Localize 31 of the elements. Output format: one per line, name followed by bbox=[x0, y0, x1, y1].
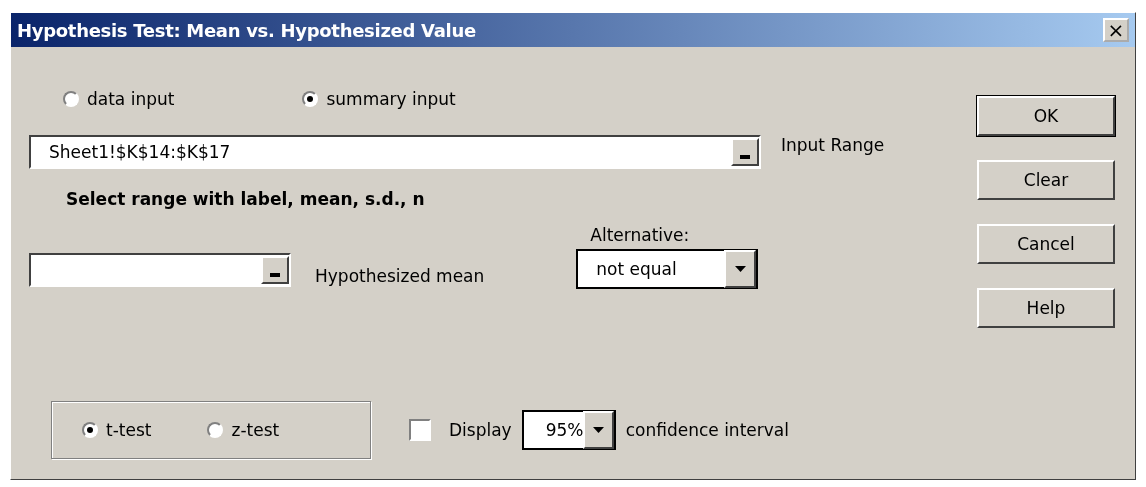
checkbox[interactable] bbox=[409, 419, 431, 441]
radio-button[interactable] bbox=[207, 422, 224, 438]
radio-label: summary input bbox=[326, 89, 456, 109]
checkbox-label: Display bbox=[449, 420, 512, 440]
alternative-dropdown[interactable]: not equal bbox=[576, 249, 759, 289]
radio-label: data input bbox=[87, 89, 175, 109]
confidence-label: confidence interval bbox=[625, 420, 789, 440]
radio-button[interactable] bbox=[63, 91, 79, 107]
range-select-button[interactable] bbox=[731, 138, 759, 166]
caret-icon bbox=[734, 266, 746, 272]
dialog-button[interactable]: Clear bbox=[977, 160, 1115, 200]
field-label: Hypothesized mean bbox=[315, 266, 485, 286]
radio-label: z-test bbox=[231, 420, 280, 440]
collapse-icon bbox=[270, 273, 280, 277]
dialog-button[interactable]: OK bbox=[977, 96, 1115, 136]
collapse-icon bbox=[740, 155, 750, 159]
field-label: Alternative: bbox=[590, 225, 691, 245]
input-range-field[interactable]: Sheet1!$K$14:$K$17 bbox=[29, 135, 761, 169]
dialog-button[interactable]: Cancel bbox=[977, 224, 1115, 264]
hint-text: Select range with label, mean, s.d., n bbox=[66, 189, 426, 209]
radio-label: t-test bbox=[106, 420, 152, 440]
range-select-button[interactable] bbox=[261, 256, 289, 284]
caret-icon bbox=[593, 427, 605, 433]
field-label: Input Range bbox=[781, 135, 885, 155]
confidence-dropdown[interactable]: 95% bbox=[521, 410, 616, 450]
hypothesized-mean-field[interactable] bbox=[29, 253, 291, 287]
radio-button[interactable] bbox=[82, 422, 98, 438]
radio-button[interactable] bbox=[302, 91, 319, 107]
close-button[interactable]: × bbox=[1103, 18, 1129, 42]
dialog-button[interactable]: Help bbox=[977, 288, 1115, 328]
window-title: Hypothesis Test: Mean vs. Hypothesized Value bbox=[17, 19, 476, 41]
